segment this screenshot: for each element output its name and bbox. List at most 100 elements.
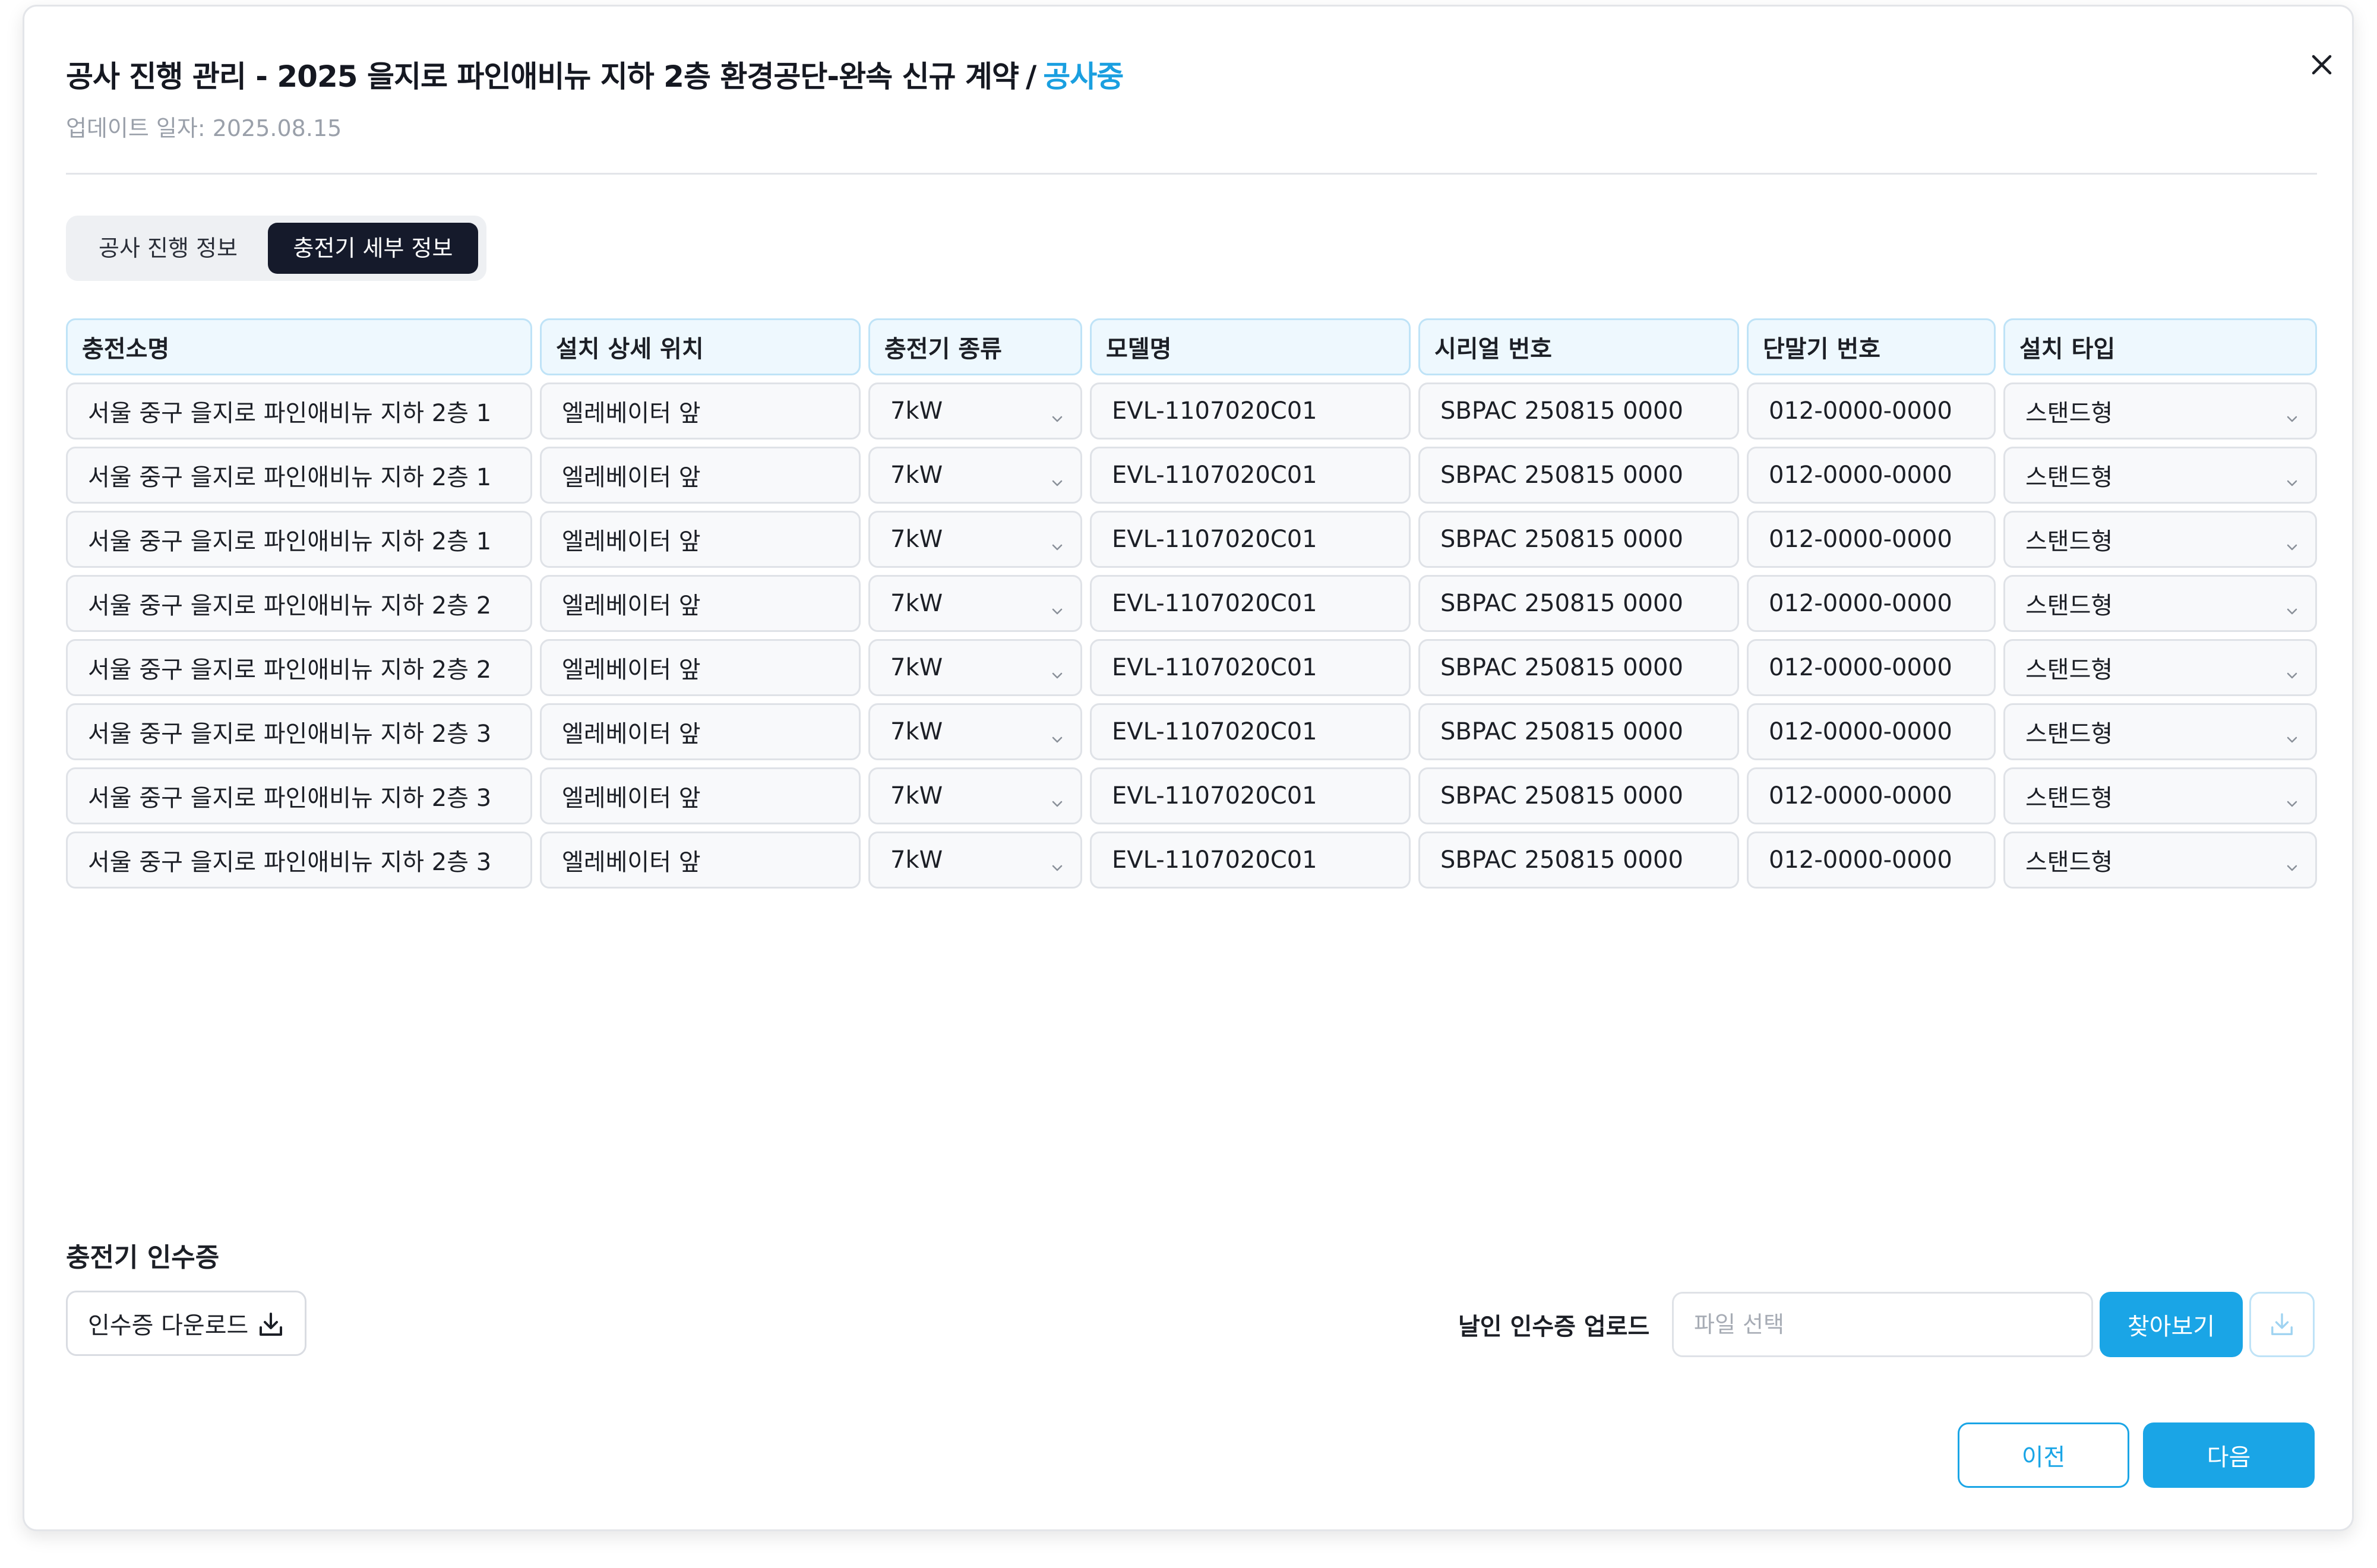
install-location-value: 엘레베이터 앞 (562, 785, 701, 812)
charger-type-select[interactable]: 7kW (868, 447, 1082, 504)
station-name-value: 서울 중구 을지로 파인애비뉴 지하 2층 1 (88, 400, 492, 427)
install-type-select[interactable]: 스탠드형 (2003, 447, 2317, 504)
install-type-select[interactable]: 스탠드형 (2003, 767, 2317, 824)
charger-type-value: 7kW (890, 718, 943, 745)
install-type-select[interactable]: 스탠드형 (2003, 382, 2317, 440)
install-type-value: 스탠드형 (2025, 464, 2113, 491)
chevron-down-icon (1051, 725, 1064, 752)
upload-file-download-button[interactable] (2249, 1292, 2315, 1357)
charger-type-value: 7kW (890, 397, 943, 425)
upload-certificate-label: 날인 인수증 업로드 (1458, 1313, 1650, 1341)
install-location-cell: 엘레베이터 앞 (540, 382, 861, 440)
close-button[interactable] (2298, 41, 2346, 88)
next-button[interactable]: 다음 (2143, 1422, 2315, 1488)
station-name-cell: 서울 중구 을지로 파인애비뉴 지하 2층 3 (66, 767, 532, 824)
install-type-value: 스탠드형 (2025, 592, 2113, 619)
install-location-value: 엘레베이터 앞 (562, 464, 701, 491)
download-certificate-button[interactable]: 인수증 다운로드 (66, 1291, 306, 1356)
station-name-cell: 서울 중구 을지로 파인애비뉴 지하 2층 2 (66, 575, 532, 632)
charger-type-select[interactable]: 7kW (868, 703, 1082, 760)
terminal-number-cell: 012-0000-0000 (1747, 703, 1996, 760)
terminal-number-value: 012-0000-0000 (1769, 397, 1952, 425)
model-name-value: EVL-1107020C01 (1112, 782, 1317, 810)
model-name-cell: EVL-1107020C01 (1090, 382, 1411, 440)
download-icon (260, 1313, 282, 1336)
title-separator: / (1025, 59, 1036, 94)
column-header-install-type: 설치 타입 (2003, 318, 2317, 375)
charger-type-value: 7kW (890, 846, 943, 874)
model-name-value: EVL-1107020C01 (1112, 461, 1317, 489)
station-name-value: 서울 중구 을지로 파인애비뉴 지하 2층 1 (88, 464, 492, 491)
chevron-down-icon (2286, 596, 2299, 624)
chevron-down-icon (1051, 789, 1064, 816)
column-header-model-name: 모델명 (1090, 318, 1411, 375)
install-location-value: 엘레베이터 앞 (562, 528, 701, 555)
updated-date: 업데이트 일자: 2025.08.15 (66, 115, 342, 141)
status-label: 공사중 (1043, 59, 1124, 94)
prev-button[interactable]: 이전 (1958, 1422, 2129, 1488)
chevron-down-icon (1051, 596, 1064, 624)
serial-number-value: SBPAC 250815 0000 (1440, 461, 1683, 489)
terminal-number-value: 012-0000-0000 (1769, 654, 1952, 681)
serial-number-value: SBPAC 250815 0000 (1440, 526, 1683, 553)
terminal-number-value: 012-0000-0000 (1769, 846, 1952, 874)
charger-type-select[interactable]: 7kW (868, 575, 1082, 632)
charger-type-value: 7kW (890, 654, 943, 681)
station-name-cell: 서울 중구 을지로 파인애비뉴 지하 2층 3 (66, 832, 532, 889)
chevron-down-icon (2286, 853, 2299, 880)
serial-number-cell: SBPAC 250815 0000 (1418, 767, 1739, 824)
chevron-down-icon (1051, 404, 1064, 431)
model-name-cell: EVL-1107020C01 (1090, 447, 1411, 504)
charger-type-select[interactable]: 7kW (868, 767, 1082, 824)
chevron-down-icon (1051, 853, 1064, 880)
browse-button[interactable]: 찾아보기 (2100, 1292, 2243, 1357)
install-type-select[interactable]: 스탠드형 (2003, 703, 2317, 760)
station-name-value: 서울 중구 을지로 파인애비뉴 지하 2층 1 (88, 528, 492, 555)
chevron-down-icon (2286, 468, 2299, 495)
serial-number-cell: SBPAC 250815 0000 (1418, 639, 1739, 696)
charger-type-select[interactable]: 7kW (868, 382, 1082, 440)
station-name-cell: 서울 중구 을지로 파인애비뉴 지하 2층 2 (66, 639, 532, 696)
tab-construction-info[interactable]: 공사 진행 정보 (73, 223, 263, 274)
install-type-value: 스탠드형 (2025, 849, 2113, 876)
model-name-value: EVL-1107020C01 (1112, 397, 1317, 425)
chevron-down-icon (2286, 660, 2299, 688)
station-name-value: 서울 중구 을지로 파인애비뉴 지하 2층 3 (88, 785, 492, 812)
terminal-number-value: 012-0000-0000 (1769, 461, 1952, 489)
model-name-cell: EVL-1107020C01 (1090, 703, 1411, 760)
install-type-value: 스탠드형 (2025, 785, 2113, 812)
station-name-value: 서울 중구 을지로 파인애비뉴 지하 2층 3 (88, 720, 492, 748)
install-type-select[interactable]: 스탠드형 (2003, 511, 2317, 568)
serial-number-cell: SBPAC 250815 0000 (1418, 832, 1739, 889)
station-name-value: 서울 중구 을지로 파인애비뉴 지하 2층 3 (88, 849, 492, 876)
install-location-cell: 엘레베이터 앞 (540, 447, 861, 504)
model-name-cell: EVL-1107020C01 (1090, 511, 1411, 568)
model-name-cell: EVL-1107020C01 (1090, 767, 1411, 824)
install-location-value: 엘레베이터 앞 (562, 592, 701, 619)
install-location-value: 엘레베이터 앞 (562, 400, 701, 427)
serial-number-value: SBPAC 250815 0000 (1440, 846, 1683, 874)
charger-type-select[interactable]: 7kW (868, 832, 1082, 889)
model-name-cell: EVL-1107020C01 (1090, 575, 1411, 632)
serial-number-value: SBPAC 250815 0000 (1440, 782, 1683, 810)
serial-number-cell: SBPAC 250815 0000 (1418, 382, 1739, 440)
file-select-input[interactable] (1672, 1292, 2093, 1357)
chevron-down-icon (2286, 532, 2299, 559)
install-type-select[interactable]: 스탠드형 (2003, 575, 2317, 632)
install-location-cell: 엘레베이터 앞 (540, 511, 861, 568)
charger-type-select[interactable]: 7kW (868, 511, 1082, 568)
download-certificate-label: 인수증 다운로드 (88, 1312, 249, 1339)
install-type-select[interactable]: 스탠드형 (2003, 832, 2317, 889)
charger-type-value: 7kW (890, 590, 943, 617)
install-location-cell: 엘레베이터 앞 (540, 575, 861, 632)
terminal-number-cell: 012-0000-0000 (1747, 511, 1996, 568)
tab-charger-details[interactable]: 충전기 세부 정보 (268, 223, 478, 274)
model-name-cell: EVL-1107020C01 (1090, 639, 1411, 696)
chevron-down-icon (1051, 660, 1064, 688)
install-type-select[interactable]: 스탠드형 (2003, 639, 2317, 696)
model-name-value: EVL-1107020C01 (1112, 526, 1317, 553)
serial-number-cell: SBPAC 250815 0000 (1418, 511, 1739, 568)
charger-type-select[interactable]: 7kW (868, 639, 1082, 696)
install-location-cell: 엘레베이터 앞 (540, 767, 861, 824)
serial-number-value: SBPAC 250815 0000 (1440, 590, 1683, 617)
